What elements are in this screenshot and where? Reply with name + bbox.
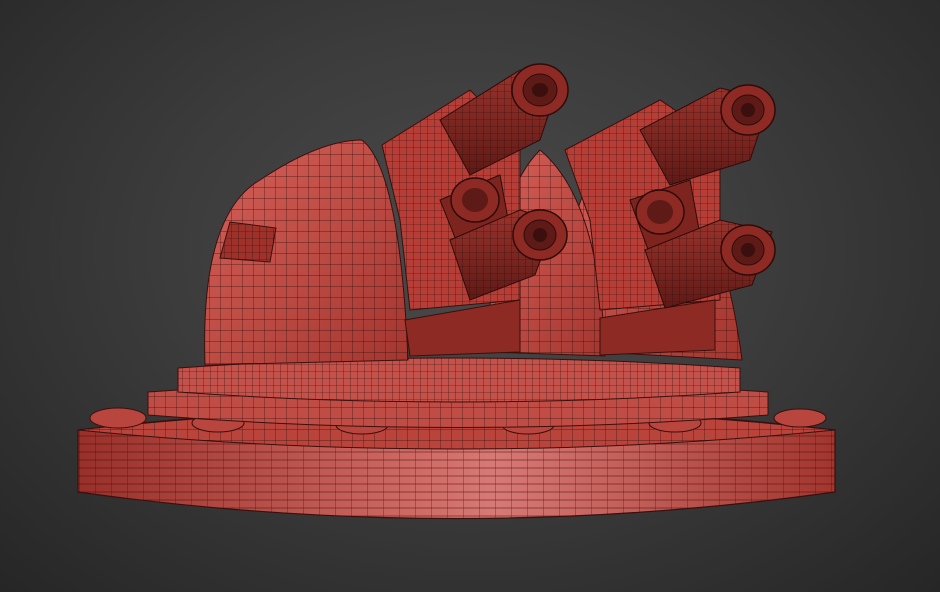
plinth-step (147, 357, 769, 428)
turret-model-render (77, 63, 836, 520)
left-dome (204, 139, 409, 366)
3d-viewport[interactable] (0, 0, 940, 592)
